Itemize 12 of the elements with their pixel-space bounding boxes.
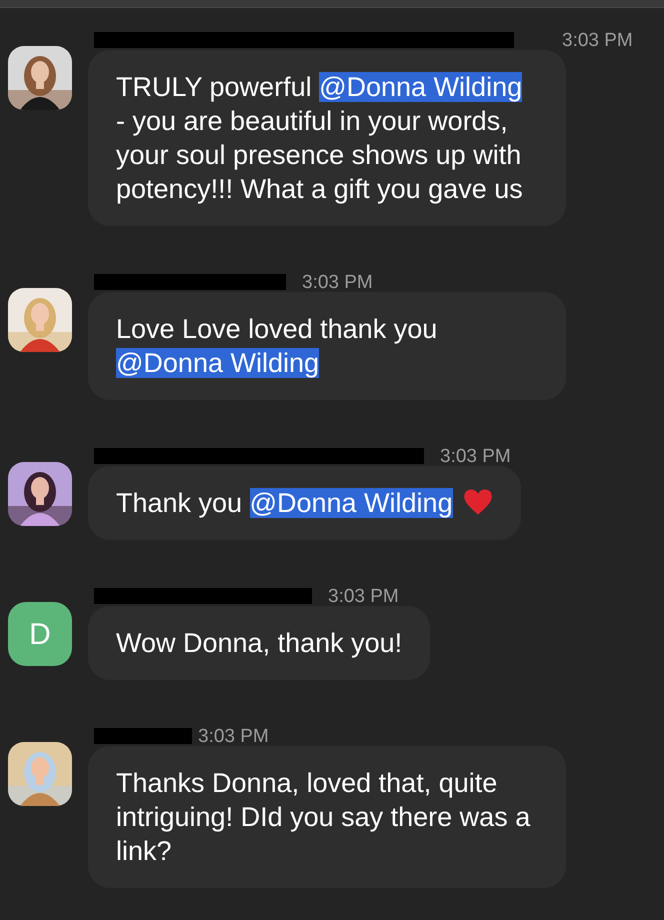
message-text: Thanks Donna, loved that, quite intriguing! DId you say there was a link? xyxy=(116,767,532,868)
message-text: TRULY powerful @Donna Wilding - you are beautiful in your words, your soul presence shows up with potency!!! What a gift you gave us xyxy=(116,71,524,206)
message-text: Love Love loved thank you @Donna Wilding xyxy=(116,313,438,380)
timestamp: 3:03 PM xyxy=(198,726,269,746)
timestamp: 3:03 PM xyxy=(562,30,633,50)
avatar: D xyxy=(8,602,72,666)
heart-icon xyxy=(462,488,493,516)
timestamp: 3:03 PM xyxy=(302,272,373,292)
message-text: Wow Donna, thank you! xyxy=(116,627,402,660)
timestamp: 3:03 PM xyxy=(328,586,399,606)
message-text: Thank you @Donna Wilding xyxy=(116,486,493,520)
timestamp: 3:03 PM xyxy=(440,446,511,466)
